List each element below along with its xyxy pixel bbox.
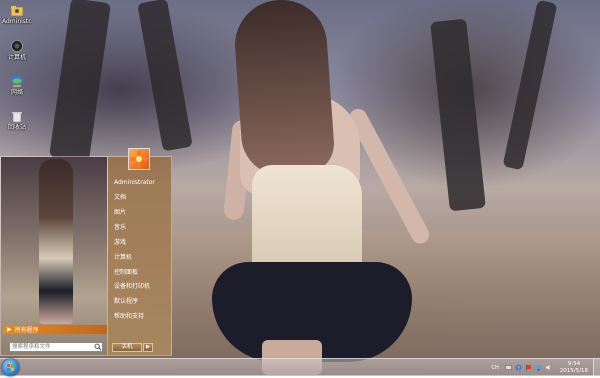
tree-shape: [502, 0, 558, 171]
help-icon[interactable]: ?: [515, 364, 522, 371]
search-icon[interactable]: [94, 343, 102, 351]
desktop-icon-computer[interactable]: 计算机: [2, 40, 32, 62]
start-menu: ▶ 所有程序 Administrator 文档 图片: [0, 148, 172, 356]
desktop-icon-label: 计算机: [7, 54, 26, 61]
desktop-icon-recycle-bin[interactable]: 回收站: [2, 110, 32, 132]
flower-avatar-icon: [130, 150, 148, 168]
language-indicator[interactable]: CH: [492, 365, 499, 371]
desktop-icon-label: Administr...: [2, 18, 32, 25]
user-avatar[interactable]: [128, 148, 150, 170]
start-menu-item-devices-printers[interactable]: 设备和打印机: [114, 283, 150, 291]
show-desktop-button[interactable]: [593, 359, 600, 376]
start-button[interactable]: [2, 359, 19, 376]
tree-shape: [430, 18, 486, 212]
network-icon: [11, 75, 23, 87]
keyboard-icon[interactable]: [505, 364, 512, 371]
shutdown-button[interactable]: 关机: [112, 343, 142, 352]
system-tray: CH ? 9:54 2015/5/18: [492, 359, 598, 376]
start-menu-figure: [39, 159, 73, 324]
start-menu-item-documents[interactable]: 文档: [114, 194, 126, 202]
desktop-icon-administrator[interactable]: Administr...: [2, 4, 32, 26]
windows-logo-icon: [7, 364, 14, 371]
start-search-input[interactable]: [10, 343, 95, 351]
desktop-icon-label: 网络: [10, 89, 23, 96]
clock[interactable]: 9:54 2015/5/18: [560, 361, 588, 375]
taskbar: CH ? 9:54 2015/5/18: [0, 358, 600, 376]
user-folder-icon: [10, 6, 24, 17]
start-menu-item-help[interactable]: 帮助和支持: [114, 313, 144, 321]
recycle-bin-icon: [12, 112, 22, 123]
start-menu-item-pictures[interactable]: 图片: [114, 209, 126, 217]
network-status-icon[interactable]: [535, 364, 542, 371]
start-menu-item-control-panel[interactable]: 控制面板: [114, 269, 138, 277]
shutdown-options-button[interactable]: ▶: [143, 343, 153, 352]
start-menu-left-pane: ▶ 所有程序: [0, 156, 108, 356]
desktop-icon-network[interactable]: 网络: [2, 75, 32, 97]
clock-date: 2015/5/18: [559, 367, 588, 374]
tree-shape: [137, 0, 193, 152]
all-programs-button[interactable]: ▶ 所有程序: [3, 325, 107, 334]
desktop-icon-label: 回收站: [7, 124, 26, 131]
clock-time: 9:54: [567, 360, 581, 367]
start-menu-item-user[interactable]: Administrator: [114, 179, 155, 187]
start-menu-item-music[interactable]: 音乐: [114, 224, 126, 232]
start-menu-right-pane: Administrator 文档 图片 音乐 游戏 计算机 控制面板 设备和打印…: [108, 148, 172, 356]
all-programs-label: 所有程序: [14, 327, 39, 334]
start-menu-item-computer[interactable]: 计算机: [114, 254, 132, 262]
tree-shape: [49, 0, 111, 163]
computer-icon: [11, 40, 23, 53]
flag-icon[interactable]: [525, 364, 532, 371]
start-menu-item-games[interactable]: 游戏: [114, 239, 126, 247]
right-arrow-icon: ▶: [146, 344, 150, 350]
volume-icon[interactable]: [545, 364, 552, 371]
start-search-box[interactable]: [9, 342, 103, 352]
right-arrow-icon: ▶: [7, 326, 12, 333]
start-menu-item-default-programs[interactable]: 默认程序: [114, 298, 138, 306]
